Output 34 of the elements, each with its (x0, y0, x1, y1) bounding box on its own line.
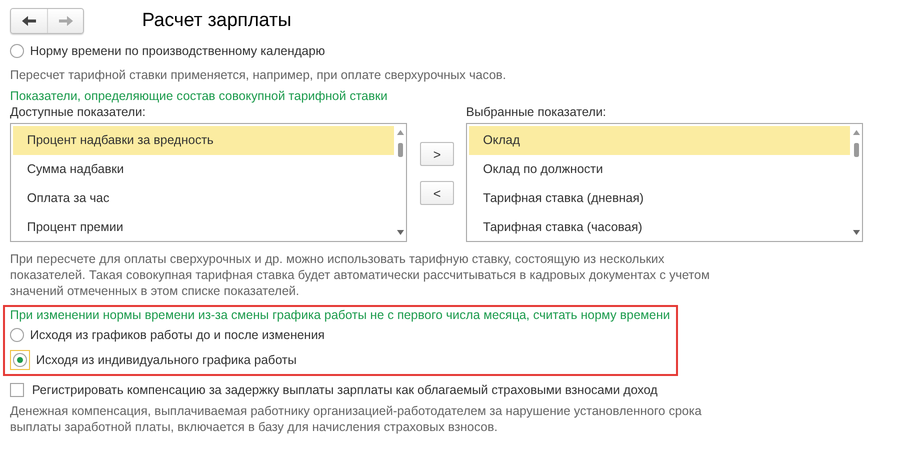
radio-button[interactable] (10, 44, 24, 58)
checkbox-label: Регистрировать компенсацию за задержку выплаты зарплаты как облагаемый страховыми взносами доход (32, 383, 658, 397)
scroll-thumb[interactable] (854, 143, 858, 157)
section-heading: При изменении нормы времени из-за смены графика работы не с первого числа месяца, считать норму времени (10, 308, 670, 322)
scroll-down-icon[interactable] (852, 230, 860, 235)
forward-arrow-icon (58, 16, 72, 26)
list-item[interactable]: Оклад (469, 126, 850, 155)
list-item[interactable]: Процент надбавки за вредность (13, 126, 394, 155)
move-button[interactable]: < (420, 181, 454, 205)
radio-button[interactable] (13, 352, 27, 366)
scroll-up-icon[interactable] (396, 130, 404, 135)
hint-text: Денежная компенсация, выплачиваемая работнику организацией-работодателем за нарушение установленного срока выплаты заработной платы, включается в базу для начисления страховых взносов. (10, 403, 703, 435)
radio-label: Норму времени по производственному календарю (30, 44, 325, 58)
list-item[interactable]: Оклад по должности (469, 155, 850, 184)
window-title: Расчет зарплаты (142, 10, 292, 32)
radio-button[interactable] (10, 328, 24, 342)
scroll-down-icon[interactable] (396, 230, 404, 235)
checkbox[interactable] (10, 383, 24, 397)
list-label: Доступные показатели: (10, 105, 147, 119)
list-item[interactable]: Оплата за час (13, 184, 394, 213)
scroll-up-icon[interactable] (852, 130, 860, 135)
radio-label: Исходя из индивидуального графика работы (36, 352, 297, 366)
hint-text: При пересчете для оплаты сверхурочных и др. можно использовать тарифную ставку, состоящую из нескольких показателей. Такая совокупная тарифная ставка будет автоматически рассчитываться в кадровых документах с учетом значений отмеченных в этом списке показателей. (10, 251, 711, 299)
radio-label: Исходя из графиков работы до и после изменения (30, 328, 325, 342)
list-item[interactable]: Тарифная ставка (дневная) (469, 184, 850, 213)
move-button[interactable]: > (420, 142, 454, 166)
list-item[interactable]: Сумма надбавки (13, 155, 394, 184)
list-label: Выбранные показатели: (466, 105, 608, 119)
hint-text: Пересчет тарифной ставки применяется, например, при оплате сверхурочных часов. (10, 67, 508, 83)
scroll-thumb[interactable] (398, 143, 402, 157)
list-item[interactable]: Тарифная ставка (часовая) (469, 213, 850, 242)
list-item[interactable]: Процент премии (13, 213, 394, 242)
back-arrow-icon (22, 16, 36, 26)
section-heading: Показатели, определяющие состав совокупной тарифной ставки (10, 89, 388, 103)
